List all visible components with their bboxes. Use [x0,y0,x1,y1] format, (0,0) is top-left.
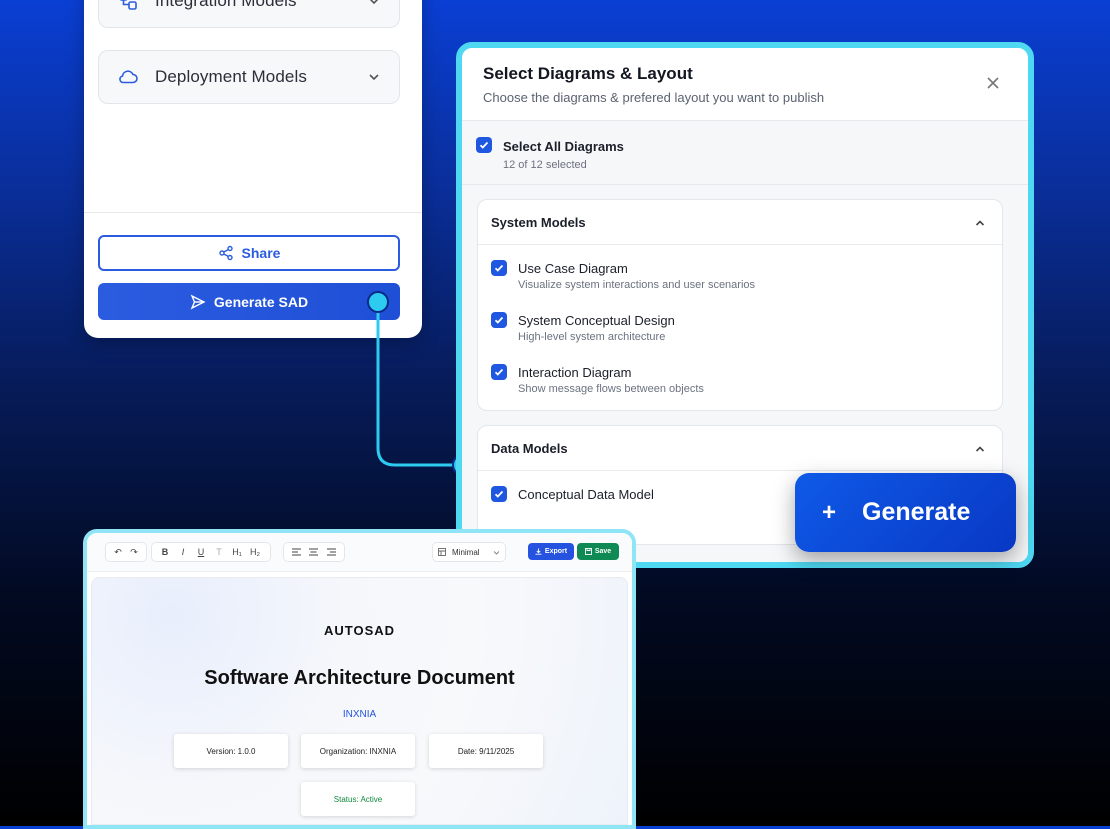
align-group [283,542,345,562]
select-all-count: 12 of 12 selected [503,159,587,171]
document-title: Software Architecture Document [204,667,515,689]
chevron-down-icon [369,74,379,81]
system-conceptual-checkbox[interactable] [491,312,507,328]
group-title: Data Models [491,441,568,456]
share-icon [218,245,233,261]
download-icon [535,548,542,555]
underline-button[interactable]: U [192,543,210,561]
bold-button[interactable]: B [156,543,174,561]
check-icon [494,490,504,498]
accordion-label: Integration Models [155,0,297,10]
generate-label: Generate [862,498,971,526]
save-icon [584,548,592,555]
generate-button[interactable]: + Generate [795,473,1016,552]
export-label: Export [544,548,568,555]
item-label: Use Case Diagram [518,261,628,276]
group-system-models: System Models Use Case Diagram Visualize… [477,199,1003,411]
layout-select-value: Minimal [452,547,480,557]
sidebar-panel: Integration Models Deployment Models Sha… [84,0,422,338]
italic-button[interactable]: I [174,543,192,561]
chevron-down-icon [369,0,379,5]
align-center-icon[interactable] [305,543,322,561]
editor-toolbar: ↶ ↷ B I U T H₁ H₂ Minimal Export Save [87,533,632,572]
document-page: AUTOSAD Software Architecture Document I… [91,577,628,825]
group-header[interactable]: System Models [478,200,1002,245]
chevron-up-icon[interactable] [974,443,986,455]
close-icon[interactable] [986,76,1000,90]
item-label: Conceptual Data Model [518,487,654,502]
align-right-icon[interactable] [323,543,340,561]
heading2-button[interactable]: H₂ [246,543,264,561]
redo-icon[interactable]: ↷ [126,543,142,561]
group-title: System Models [491,215,586,230]
export-button[interactable]: Export [528,543,574,560]
accordion-integration-models[interactable]: Integration Models [98,0,400,28]
save-button[interactable]: Save [577,543,619,560]
format-group: B I U T H₁ H₂ [151,542,271,562]
item-description: Show message flows between objects [518,383,704,395]
select-all-label: Select All Diagrams [503,139,624,154]
select-all-checkbox[interactable] [476,137,492,153]
meta-organization: Organization: INXNIA [301,734,415,768]
document-editor: ↶ ↷ B I U T H₁ H₂ Minimal Export Save AU… [83,529,636,829]
text-button[interactable]: T [210,543,228,561]
layout-select[interactable]: Minimal [432,542,506,562]
align-left-icon[interactable] [288,543,305,561]
check-icon [479,141,489,149]
integration-icon [117,0,139,12]
item-label: System Conceptual Design [518,313,675,328]
select-all-row: Select All Diagrams 12 of 12 selected [462,121,1028,185]
check-icon [494,316,504,324]
interaction-diagram-checkbox[interactable] [491,364,507,380]
item-description: High-level system architecture [518,331,666,343]
modal-subtitle: Choose the diagrams & prefered layout yo… [483,90,825,105]
meta-version: Version: 1.0.0 [174,734,288,768]
divider [84,212,422,213]
share-label: Share [241,245,281,261]
item-description: Visualize system interactions and user s… [518,279,756,291]
share-button[interactable]: Share [98,235,400,271]
chevron-down-icon [493,550,500,555]
use-case-checkbox[interactable] [491,260,507,276]
item-label: Interaction Diagram [518,365,632,380]
check-icon [494,368,504,376]
send-icon [190,294,206,309]
chevron-up-icon[interactable] [974,217,986,229]
document-organization: INXNIA [342,709,377,720]
accordion-label: Deployment Models [155,67,307,86]
accordion-deployment-models[interactable]: Deployment Models [98,50,400,104]
generate-sad-button[interactable]: Generate SAD [98,283,400,320]
conceptual-data-model-checkbox[interactable] [491,486,507,502]
autosad-logo: AUTOSAD [323,623,396,638]
meta-date: Date: 9/11/2025 [429,734,543,768]
group-header[interactable]: Data Models [478,426,1002,471]
heading1-button[interactable]: H₁ [228,543,246,561]
undo-icon[interactable]: ↶ [110,543,126,561]
layout-icon [438,548,446,556]
history-group: ↶ ↷ [105,542,147,562]
check-icon [494,264,504,272]
meta-status: Status: Active [301,782,415,816]
save-label: Save [594,548,612,555]
cloud-icon [117,66,139,88]
modal-header: Select Diagrams & Layout Choose the diag… [462,48,1028,121]
plus-icon: + [822,498,837,526]
modal-title: Select Diagrams & Layout [483,64,693,83]
generate-sad-label: Generate SAD [213,293,309,310]
